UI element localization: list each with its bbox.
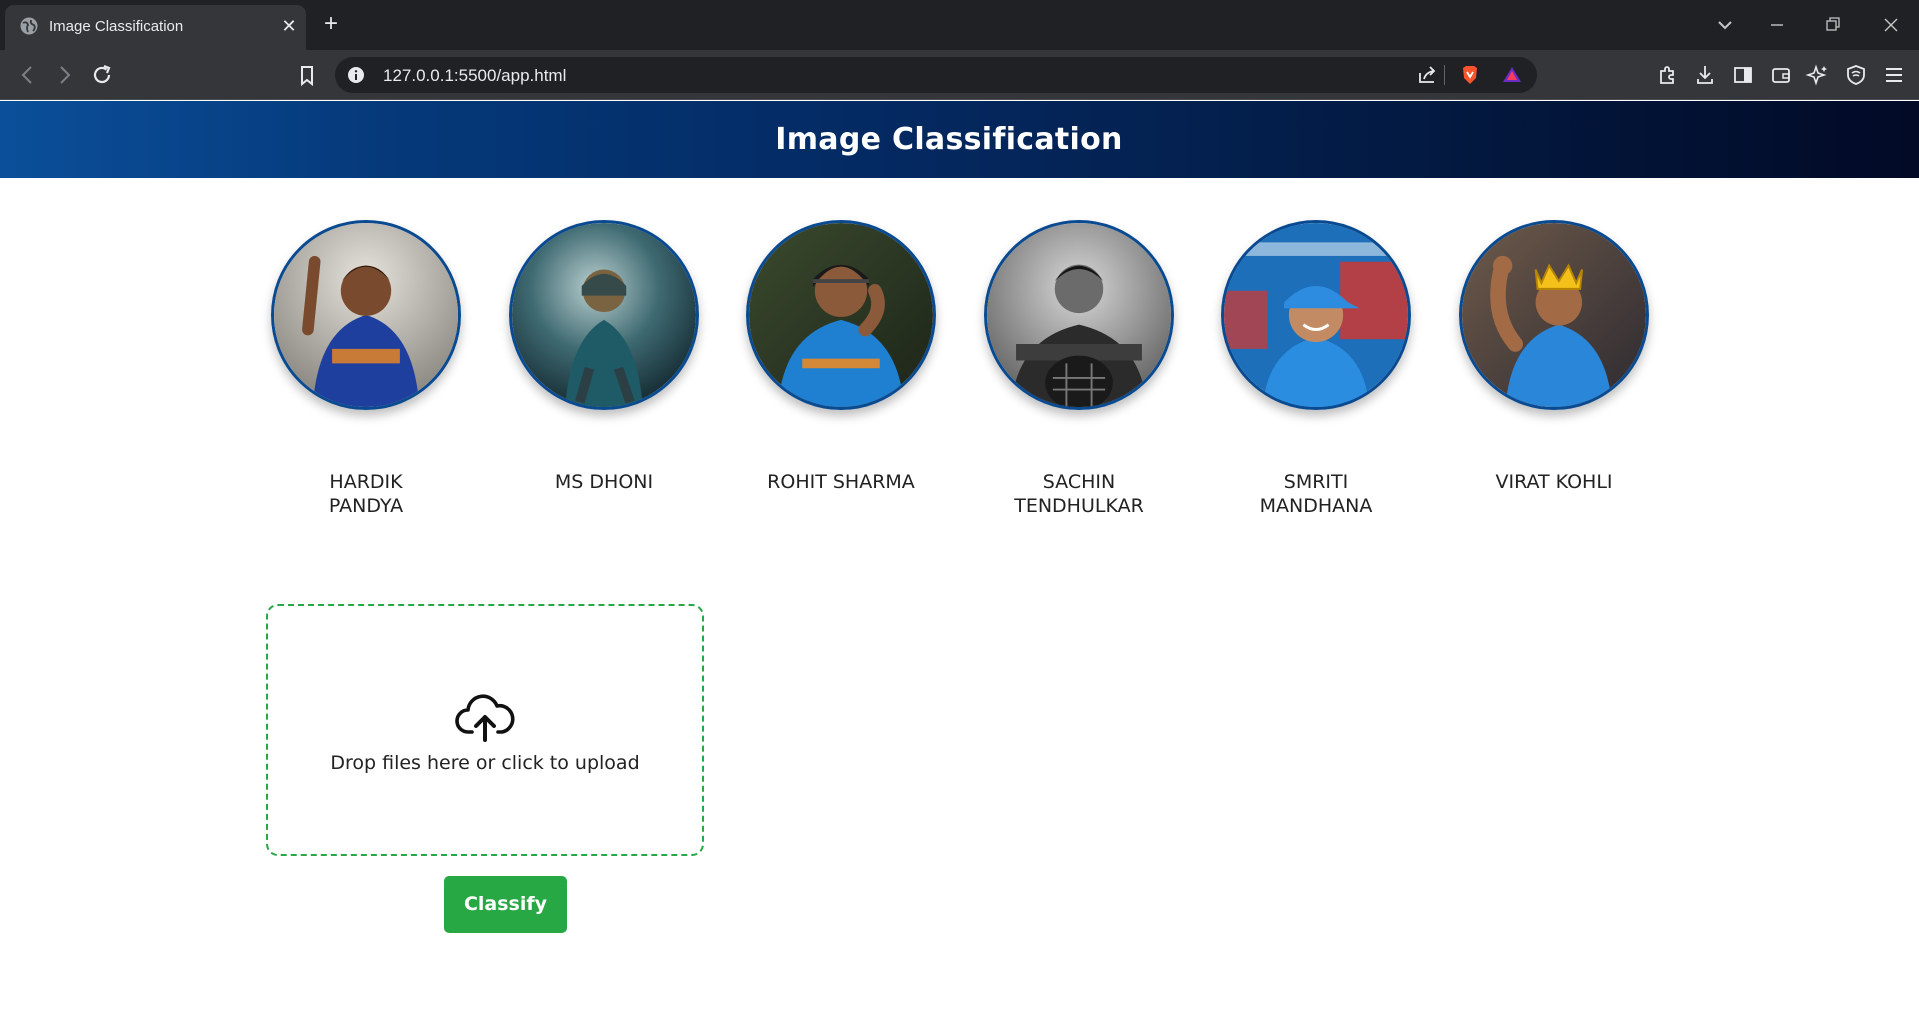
tab-title: Image Classification: [49, 18, 184, 35]
player-name: HARDIK PANDYA: [328, 471, 404, 517]
cricketer-photo: [1459, 220, 1649, 410]
sidebar-toggle-icon[interactable]: [1727, 59, 1759, 91]
cricketer-photo: [271, 220, 461, 410]
page-title: Image Classification: [775, 122, 1123, 157]
player-name: MS DHONI: [554, 471, 654, 493]
download-icon[interactable]: [1689, 59, 1721, 91]
file-dropzone[interactable]: Drop files here or click to upload: [266, 604, 704, 856]
url-text: 127.0.0.1:5500/app.html: [383, 66, 567, 85]
browser-tab-bar: Image Classification ✕ +: [0, 0, 1919, 50]
dropzone-instructions: Drop files here or click to upload: [330, 752, 640, 774]
tab-search-chevron-icon[interactable]: [1710, 10, 1740, 40]
reload-icon[interactable]: [86, 59, 118, 91]
minimize-icon[interactable]: [1762, 10, 1792, 40]
share-icon[interactable]: [1412, 60, 1442, 90]
browser-tab[interactable]: Image Classification ✕: [5, 5, 306, 50]
player-name: ROHIT SHARMA: [767, 471, 915, 493]
back-arrow-icon[interactable]: [12, 59, 44, 91]
cricketer-photo: [509, 220, 699, 410]
browser-toolbar: 127.0.0.1:5500/app.html: [0, 50, 1919, 100]
forward-arrow-icon[interactable]: [48, 59, 80, 91]
cricketer-photo: [984, 220, 1174, 410]
bookmark-icon[interactable]: [291, 59, 323, 91]
page-header: Image Classification: [0, 101, 1919, 178]
close-window-icon[interactable]: [1876, 10, 1906, 40]
wallet-icon[interactable]: [1765, 59, 1797, 91]
classify-button[interactable]: Classify: [444, 876, 567, 933]
address-bar[interactable]: 127.0.0.1:5500/app.html: [335, 57, 1537, 93]
menu-icon[interactable]: [1878, 59, 1910, 91]
restore-icon[interactable]: [1818, 10, 1848, 40]
new-tab-icon[interactable]: +: [318, 12, 344, 38]
player-name: SMRITI MANDHANA: [1259, 471, 1373, 517]
cloud-upload-icon: [454, 694, 516, 742]
site-info-icon[interactable]: [345, 64, 367, 86]
brave-shields-icon[interactable]: [1455, 60, 1485, 90]
player-name: SACHIN TENDHULKAR: [1014, 471, 1144, 517]
extensions-icon[interactable]: [1651, 59, 1683, 91]
globe-icon: [19, 16, 39, 36]
brave-rewards-icon[interactable]: [1497, 60, 1527, 90]
omnibox-divider: [1444, 65, 1445, 85]
cricketer-photo: [746, 220, 936, 410]
vpn-shield-icon[interactable]: [1840, 59, 1872, 91]
cricketer-photo: [1221, 220, 1411, 410]
leo-ai-icon[interactable]: [1802, 59, 1834, 91]
player-name: VIRAT KOHLI: [1495, 471, 1613, 493]
close-tab-icon[interactable]: ✕: [277, 14, 301, 38]
